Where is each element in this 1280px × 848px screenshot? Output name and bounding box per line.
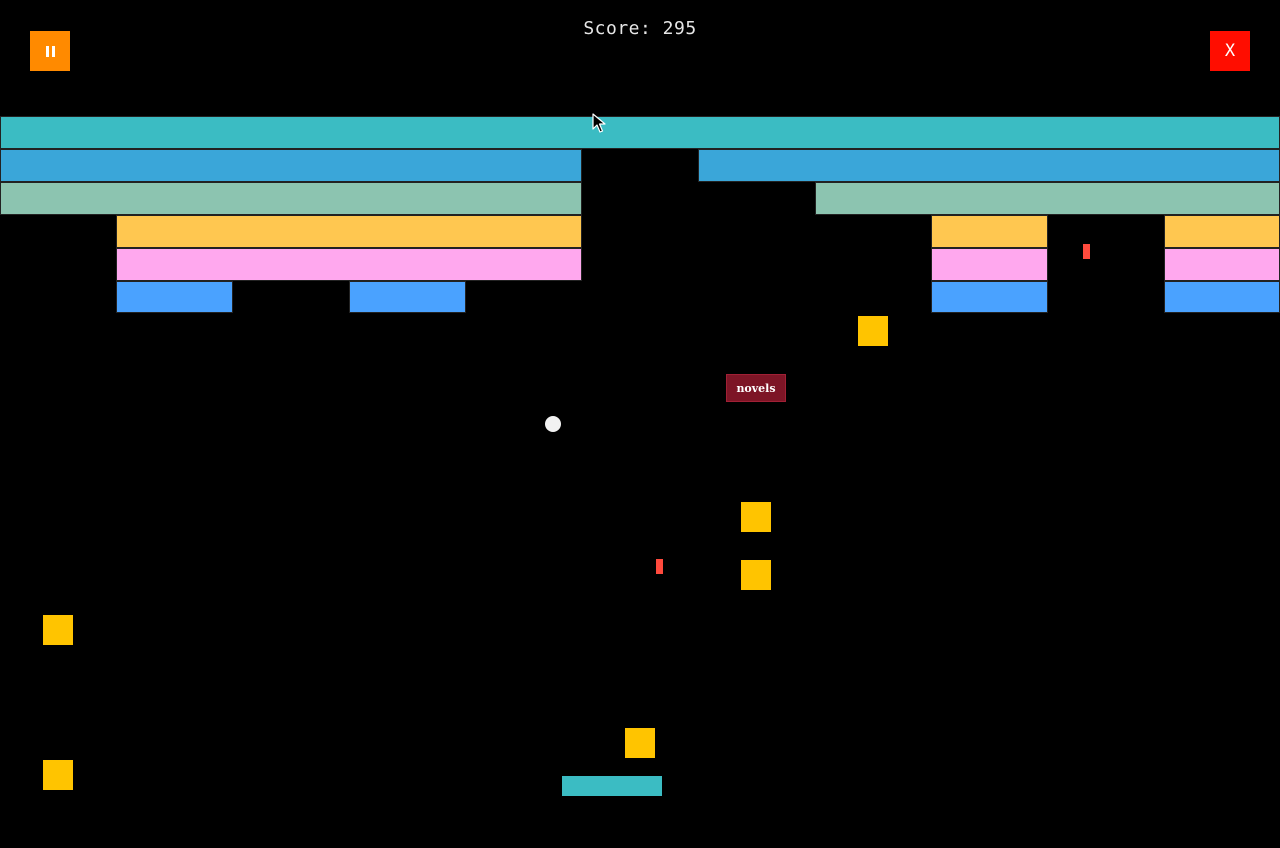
- brick: [931, 281, 1048, 313]
- brick: [349, 281, 466, 313]
- pause-button[interactable]: [30, 31, 70, 71]
- brick: [116, 281, 233, 313]
- brick: [1164, 248, 1280, 281]
- close-label: X: [1224, 40, 1236, 61]
- word-tag: novels: [726, 374, 786, 402]
- pause-icon: [45, 45, 55, 57]
- brick: [931, 215, 1048, 248]
- powerup: [741, 560, 771, 590]
- brick: [698, 149, 1280, 182]
- powerup: [625, 728, 655, 758]
- brick: [815, 182, 1280, 215]
- close-button[interactable]: X: [1210, 31, 1250, 71]
- powerup: [43, 615, 73, 645]
- mouse-pointer-icon: [592, 113, 606, 133]
- powerup: [43, 760, 73, 790]
- laser-shot: [1083, 244, 1090, 259]
- brick: [0, 116, 1280, 149]
- brick: [1164, 215, 1280, 248]
- brick: [116, 215, 582, 248]
- powerup: [858, 316, 888, 346]
- brick: [931, 248, 1048, 281]
- brick: [116, 248, 582, 281]
- laser-shot: [656, 559, 663, 574]
- brick: [0, 149, 582, 182]
- powerup: [741, 502, 771, 532]
- brick: [1164, 281, 1280, 313]
- brick: [0, 182, 582, 215]
- score-display: Score: 295: [583, 18, 697, 39]
- paddle[interactable]: [562, 776, 662, 796]
- game-canvas[interactable]: Score: 295 X novels: [0, 0, 1280, 848]
- ball: [545, 416, 561, 432]
